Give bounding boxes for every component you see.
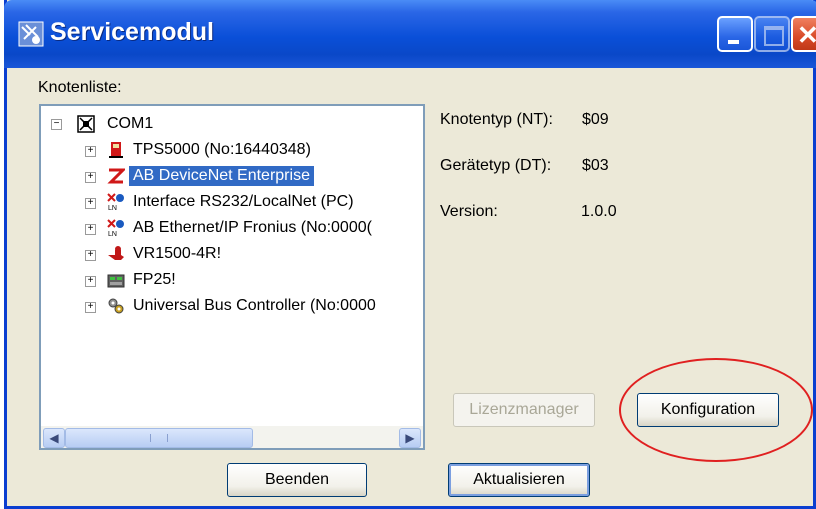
localnet-interface-icon: LN — [107, 219, 124, 237]
device-type-label: Gerätetyp (DT): — [440, 157, 552, 174]
version-label: Version: — [440, 203, 498, 220]
tree-item-label: AB Ethernet/IP Fronius (No:0000( — [133, 219, 372, 236]
tree-item-label: AB DeviceNet Enterprise — [129, 166, 314, 186]
expand-icon[interactable]: + — [85, 276, 96, 287]
refresh-button[interactable]: Aktualisieren — [448, 463, 590, 497]
expand-icon[interactable]: + — [85, 198, 96, 209]
expand-icon[interactable]: + — [85, 172, 96, 183]
expand-icon[interactable]: + — [85, 302, 96, 313]
close-icon: ✕ — [797, 20, 816, 50]
wire-feeder-icon — [108, 246, 124, 260]
scroll-right-button[interactable]: ▶ — [399, 428, 421, 448]
node-type-label: Knotentyp (NT): — [440, 111, 553, 128]
scroll-thumb[interactable] — [65, 428, 253, 448]
device-type-value: $03 — [582, 157, 609, 174]
tree-item-label: FP25! — [133, 271, 176, 288]
service-module-window: Servicemodul ✕ Knotenliste: − COM1 + TPS… — [4, 0, 816, 509]
grip-icon — [150, 434, 168, 442]
svg-text:LN: LN — [108, 231, 117, 237]
tree-item-label: VR1500-4R! — [133, 245, 222, 262]
license-manager-button[interactable]: Lizenzmanager — [453, 393, 595, 427]
collapse-icon[interactable]: − — [51, 119, 62, 130]
tree-item[interactable]: + LN AB Ethernet/IP Fronius (No:0000( — [41, 218, 421, 240]
tree-item-label: Interface RS232/LocalNet (PC) — [133, 193, 354, 210]
tree-item[interactable]: + VR1500-4R! — [41, 244, 421, 266]
devicenet-icon — [107, 168, 125, 184]
tree-root-label: COM1 — [107, 115, 154, 132]
window-title: Servicemodul — [50, 18, 214, 46]
maximize-button[interactable] — [754, 16, 790, 52]
quit-button[interactable]: Beenden — [227, 463, 367, 497]
scroll-left-button[interactable]: ◀ — [43, 428, 65, 448]
panel-icon — [107, 274, 125, 288]
com-port-icon — [77, 115, 95, 133]
node-tree[interactable]: − COM1 + TPS5000 (No:16440348) + AB Devi… — [39, 104, 425, 450]
node-type-value: $09 — [582, 111, 609, 128]
tree-item[interactable]: + FP25! — [41, 270, 421, 292]
expand-icon[interactable]: + — [85, 250, 96, 261]
highlight-ellipse — [619, 358, 813, 462]
node-list-label: Knotenliste: — [38, 79, 122, 96]
tree-item-label: TPS5000 (No:16440348) — [133, 141, 311, 158]
close-button[interactable]: ✕ — [791, 16, 816, 52]
localnet-interface-icon: LN — [107, 193, 124, 211]
tree-item[interactable]: + TPS5000 (No:16440348) — [41, 140, 421, 162]
tree-item[interactable]: + LN Interface RS232/LocalNet (PC) — [41, 192, 421, 214]
expand-icon[interactable]: + — [85, 224, 96, 235]
app-icon — [18, 21, 44, 47]
tree-root[interactable]: − COM1 — [41, 114, 421, 136]
svg-text:LN: LN — [108, 205, 117, 211]
horizontal-scrollbar[interactable]: ◀ ▶ — [41, 426, 423, 448]
minimize-button[interactable] — [717, 16, 753, 52]
bus-controller-icon — [108, 298, 124, 314]
tree-item-selected[interactable]: + AB DeviceNet Enterprise — [41, 166, 421, 188]
expand-icon[interactable]: + — [85, 146, 96, 157]
title-bar[interactable]: Servicemodul ✕ — [4, 0, 816, 68]
tree-item-label: Universal Bus Controller (No:0000 — [133, 297, 376, 314]
power-source-icon — [109, 142, 123, 158]
tree-item[interactable]: + Universal Bus Controller (No:0000 — [41, 296, 421, 318]
version-value: 1.0.0 — [581, 203, 617, 220]
